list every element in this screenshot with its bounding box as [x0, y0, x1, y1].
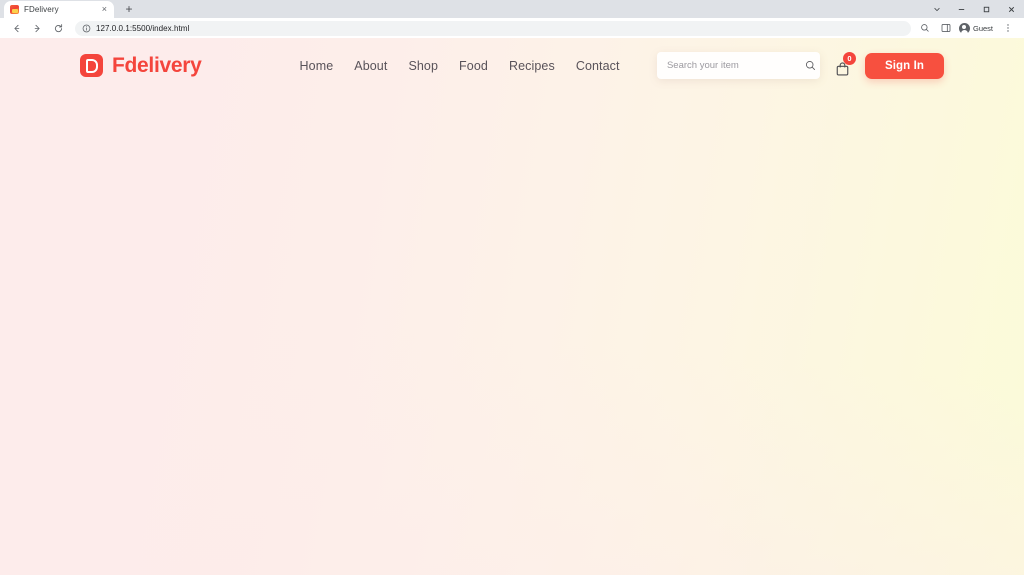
back-arrow-icon[interactable] — [6, 19, 27, 37]
brand-logo[interactable]: Fdelivery — [80, 54, 202, 78]
search-input[interactable] — [666, 60, 799, 71]
three-dot-menu-icon[interactable] — [997, 19, 1018, 37]
site-info-icon[interactable] — [82, 24, 91, 33]
logo-d-icon — [80, 54, 103, 77]
main-navigation: Home About Shop Food Recipes Contact — [300, 59, 620, 73]
search-icon[interactable] — [805, 60, 816, 71]
forward-arrow-icon[interactable] — [27, 19, 48, 37]
cart-count-badge: 0 — [842, 52, 856, 65]
search-box[interactable] — [656, 52, 820, 79]
tab-strip: FDelivery × + — [0, 0, 1024, 18]
reload-icon[interactable] — [48, 19, 69, 37]
minimize-icon[interactable] — [949, 0, 974, 18]
url-text: 127.0.0.1:5500/index.html — [96, 23, 190, 33]
toolbar-right-group: Guest — [915, 19, 1018, 37]
nav-item-food[interactable]: Food — [459, 59, 488, 73]
nav-item-contact[interactable]: Contact — [576, 59, 620, 73]
side-panel-icon[interactable] — [936, 19, 957, 37]
profile-label: Guest — [972, 23, 993, 33]
nav-item-shop[interactable]: Shop — [408, 59, 438, 73]
close-window-icon[interactable] — [999, 0, 1024, 18]
avatar — [958, 22, 970, 34]
sign-in-button[interactable]: Sign In — [864, 52, 944, 79]
profile-chip[interactable]: Guest — [957, 20, 997, 36]
close-tab-icon[interactable]: × — [101, 5, 108, 14]
chevron-down-icon[interactable] — [924, 0, 949, 18]
zoom-icon[interactable] — [915, 19, 936, 37]
nav-item-home[interactable]: Home — [300, 59, 334, 73]
browser-window: FDelivery × + 127.0.0.1:5500/index.html … — [0, 0, 1024, 575]
tab-title: FDelivery — [24, 5, 59, 14]
window-controls — [924, 0, 1024, 18]
maximize-icon[interactable] — [974, 0, 999, 18]
browser-tab[interactable]: FDelivery × — [4, 1, 114, 18]
site-header: Fdelivery Home About Shop Food Recipes C… — [0, 38, 1024, 93]
cart-button[interactable]: 0 — [833, 52, 856, 76]
page-viewport: Fdelivery Home About Shop Food Recipes C… — [0, 38, 1024, 575]
brand-name: Fdelivery — [112, 53, 202, 77]
new-tab-button[interactable]: + — [122, 2, 136, 16]
nav-item-recipes[interactable]: Recipes — [509, 59, 555, 73]
address-bar[interactable]: 127.0.0.1:5500/index.html — [75, 20, 911, 36]
nav-item-about[interactable]: About — [354, 59, 387, 73]
browser-toolbar: 127.0.0.1:5500/index.html Guest — [0, 18, 1024, 38]
header-actions: 0 Sign In — [656, 52, 944, 79]
fdelivery-favicon-icon — [10, 5, 19, 14]
